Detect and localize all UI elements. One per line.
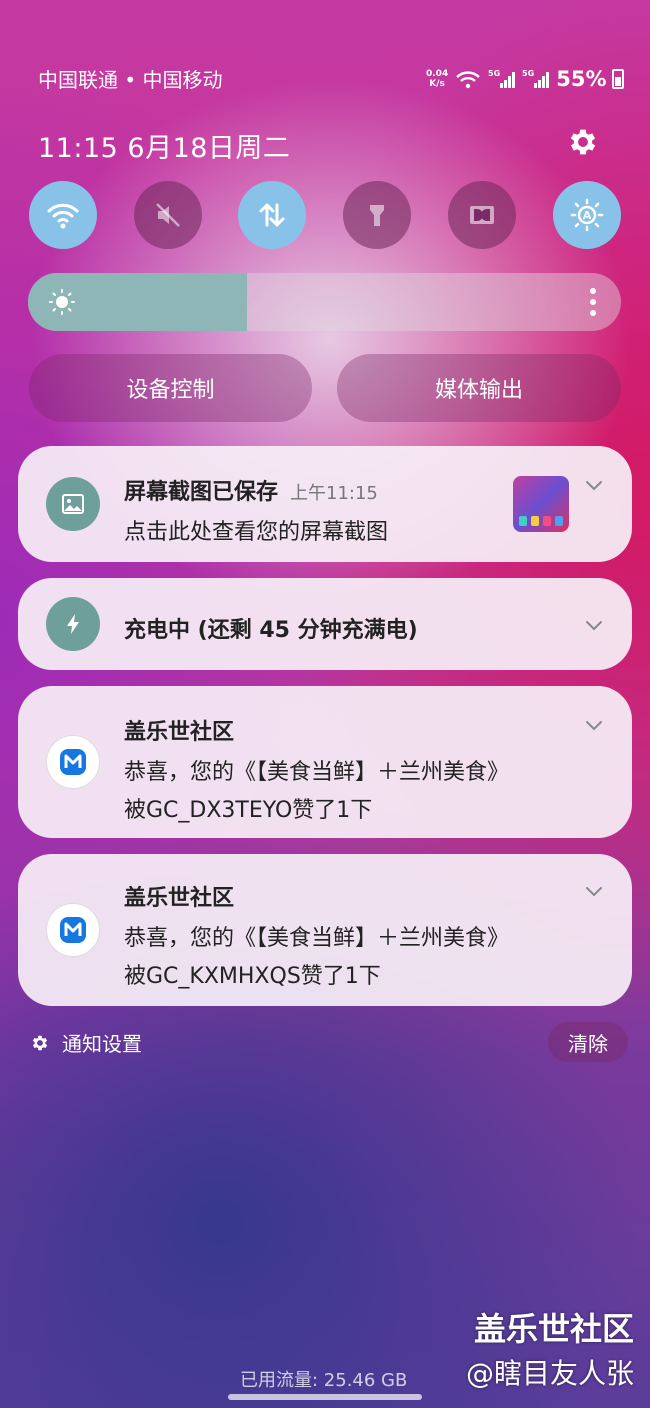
notification-title-text: 屏幕截图已保存 [124, 480, 279, 505]
battery-icon [612, 69, 625, 89]
notification-body-line-2: 被GC_DX3TEYO赞了1下 [124, 798, 373, 823]
flashlight-toggle[interactable] [343, 181, 411, 249]
notification-body-line-1: 恭喜，您的《【美食当鲜】＋兰州美食》 [124, 926, 510, 951]
screenshot-thumbnail[interactable] [513, 476, 569, 532]
notification-settings-label: 通知设置 [62, 1032, 142, 1056]
auto-brightness-toggle[interactable]: A [553, 181, 621, 249]
notification-title: 充电中 (还剩 45 分钟充满电) [124, 618, 418, 643]
flashlight-icon [370, 205, 384, 226]
svg-text:A: A [583, 209, 592, 222]
status-icons: 0.04 K/s 5G 5G 55% [426, 64, 625, 94]
chevron-down-icon[interactable] [584, 478, 604, 492]
media-output-button[interactable]: 媒体输出 [337, 354, 621, 422]
network-speed: 0.04 K/s [426, 69, 448, 89]
community-logo [60, 749, 86, 775]
notification-community-1[interactable]: 盖乐世社区 恭喜，您的《【美食当鲜】＋兰州美食》 被GC_DX3TEYO赞了1下 [18, 686, 632, 838]
chevron-down-icon[interactable] [584, 884, 604, 898]
image-glyph [62, 494, 84, 514]
carrier-label: 中国联通 • 中国移动 [38, 68, 223, 92]
svg-text:5G: 5G [488, 69, 500, 78]
notification-time: 上午11:15 [290, 483, 378, 504]
svg-text:5G: 5G [522, 69, 534, 78]
data-usage-label: 已用流量: 25.46 GB [240, 1370, 408, 1391]
charging-icon [46, 597, 100, 651]
watermark-title: 盖乐世社区 [473, 1310, 634, 1348]
battery-percent: 55% [556, 67, 607, 91]
signal-5g-icon-1: 5G [488, 69, 516, 88]
notification-body-line-2: 被GC_KXMHXQS赞了1下 [124, 964, 381, 989]
chevron-down-icon[interactable] [584, 718, 604, 732]
mute-icon [156, 203, 180, 227]
brightness-sun-icon [49, 289, 75, 315]
notification-screenshot[interactable]: 屏幕截图已保存 上午11:15 点击此处查看您的屏幕截图 [18, 446, 632, 562]
brightness-slider[interactable] [28, 273, 621, 331]
mobile-data-toggle[interactable] [238, 181, 306, 249]
notification-title: 屏幕截图已保存 上午11:15 [124, 474, 378, 506]
app-logo-icon [46, 735, 100, 789]
wifi-signal-icon [456, 71, 481, 89]
notification-settings-link[interactable]: 通知设置 [30, 1028, 142, 1057]
notification-charging[interactable]: 充电中 (还剩 45 分钟充满电) [18, 578, 632, 670]
watermark-author: @瞎目友人张 [465, 1357, 634, 1390]
settings-gear-icon[interactable] [566, 125, 600, 159]
network-speed-value: 0.04 [426, 69, 449, 79]
notification-body-line-1: 恭喜，您的《【美食当鲜】＋兰州美食》 [124, 760, 510, 785]
clear-button[interactable]: 清除 [548, 1022, 628, 1062]
notification-title: 盖乐世社区 [124, 720, 235, 745]
community-logo [60, 917, 86, 943]
date-time: 11:15 6月18日周二 [38, 133, 291, 164]
auto-brightness-icon: A [570, 198, 604, 232]
home-indicator[interactable] [228, 1394, 422, 1400]
dolby-toggle[interactable] [448, 181, 516, 249]
more-options-icon[interactable] [589, 287, 597, 317]
chevron-down-icon[interactable] [584, 618, 604, 632]
notification-community-2[interactable]: 盖乐世社区 恭喜，您的《【美食当鲜】＋兰州美食》 被GC_KXMHXQS赞了1下 [18, 854, 632, 1006]
dolby-icon [470, 206, 494, 224]
gear-icon [32, 1035, 48, 1050]
wifi-toggle[interactable] [29, 181, 97, 249]
data-arrows-icon [259, 203, 285, 227]
sound-toggle[interactable] [134, 181, 202, 249]
notification-body: 点击此处查看您的屏幕截图 [124, 520, 389, 545]
network-speed-unit: K/s [429, 79, 445, 89]
signal-5g-icon-2: 5G [522, 69, 550, 88]
app-logo-icon [46, 903, 100, 957]
notification-title: 盖乐世社区 [124, 886, 235, 911]
wifi-icon [47, 203, 79, 229]
device-control-button[interactable]: 设备控制 [29, 354, 312, 422]
image-icon [46, 477, 100, 531]
bolt-glyph [67, 614, 79, 634]
